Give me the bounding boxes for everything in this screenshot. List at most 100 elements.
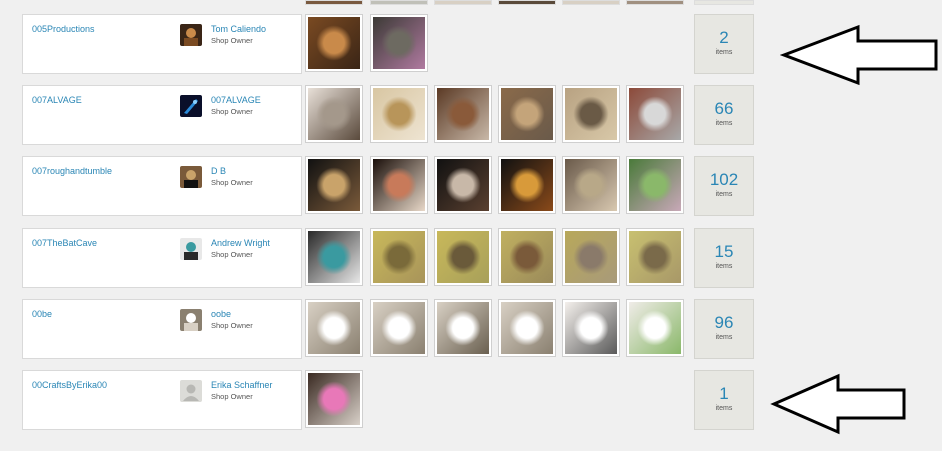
listing-thumbnail[interactable] [626, 156, 684, 214]
shop-name-link[interactable]: 00CraftsByErika00 [32, 380, 107, 390]
shop-name-link[interactable]: 007TheBatCave [32, 238, 97, 248]
avatar[interactable] [180, 24, 202, 46]
shop-row: 00be oobe Shop Owner 96 items [0, 299, 942, 361]
avatar[interactable] [180, 309, 202, 331]
listing-thumbnail[interactable] [434, 156, 492, 214]
listing-thumbnail[interactable] [562, 85, 620, 143]
listing-thumbnail[interactable] [305, 14, 363, 72]
listing-thumbnail[interactable] [562, 156, 620, 214]
listing-thumbnail[interactable] [562, 299, 620, 357]
listing-thumbnail-partial[interactable] [562, 0, 620, 5]
item-count: 15 [714, 242, 734, 261]
listing-thumbnail[interactable] [370, 14, 428, 72]
item-count-box[interactable]: 102 items [694, 156, 754, 216]
item-count-box[interactable]: 2 items [694, 14, 754, 74]
listing-image [373, 17, 425, 69]
item-count-box[interactable]: 96 items [694, 299, 754, 359]
listing-thumbnail[interactable] [626, 228, 684, 286]
listing-thumbnail[interactable] [562, 228, 620, 286]
shop-name-link[interactable]: 007ALVAGE [32, 95, 82, 105]
listing-thumbnail[interactable] [498, 85, 556, 143]
listing-thumbnail[interactable] [370, 228, 428, 286]
listing-thumbnail-partial[interactable] [370, 0, 428, 5]
shop-name-link[interactable]: 00be [32, 309, 52, 319]
listing-thumbnail-partial[interactable] [626, 0, 684, 5]
listing-thumbnail[interactable] [305, 228, 363, 286]
listing-image [308, 231, 360, 283]
listing-thumbnail[interactable] [434, 85, 492, 143]
avatar[interactable] [180, 166, 202, 188]
shop-row: 007TheBatCave Andrew Wright Shop Owner 15 it… [0, 228, 942, 290]
listing-image [565, 302, 617, 354]
owner-name-link[interactable]: oobe [211, 309, 231, 319]
user-photo-icon [180, 238, 202, 260]
listing-image [501, 231, 553, 283]
item-count: 2 [719, 28, 729, 47]
listing-thumbnail[interactable] [498, 156, 556, 214]
item-count-box[interactable]: 15 items [694, 228, 754, 288]
listing-thumbnail[interactable] [305, 370, 363, 428]
listing-thumbnail[interactable] [305, 156, 363, 214]
listing-thumbnail[interactable] [305, 299, 363, 357]
avatar[interactable] [180, 238, 202, 260]
listing-image [373, 302, 425, 354]
owner-name-link[interactable]: Tom Caliendo [211, 24, 266, 34]
shop-card: 007roughandtumble D B Shop Owner [22, 156, 302, 216]
listing-thumbnail[interactable] [434, 299, 492, 357]
owner-role-label: Shop Owner [211, 107, 253, 116]
owner-name-link[interactable]: D B [211, 166, 226, 176]
listing-thumbnail[interactable] [498, 299, 556, 357]
listing-thumbnail[interactable] [305, 85, 363, 143]
blue-logo-icon [180, 95, 202, 117]
item-count: 66 [714, 99, 734, 118]
count-box-partial[interactable] [694, 0, 754, 5]
listing-image [437, 231, 489, 283]
shop-card: 005Productions Tom Caliendo Shop Owner [22, 14, 302, 74]
listing-image [565, 88, 617, 140]
owner-name-link[interactable]: 007ALVAGE [211, 95, 261, 105]
owner-name-link[interactable]: Erika Schaffner [211, 380, 272, 390]
shop-row: 007ALVAGE 007ALVAGE Shop Owner 66 items [0, 85, 942, 147]
listing-image [373, 159, 425, 211]
shop-card: 00be oobe Shop Owner [22, 299, 302, 359]
listing-image [308, 17, 360, 69]
item-count-box[interactable]: 1 items [694, 370, 754, 430]
listing-image [308, 373, 360, 425]
item-count-box[interactable]: 66 items [694, 85, 754, 145]
items-label: items [715, 191, 733, 198]
listing-thumbnail[interactable] [626, 85, 684, 143]
left-arrow-icon [770, 373, 906, 435]
shop-row: 007roughandtumble D B Shop Owner 102 items [0, 156, 942, 218]
left-arrow-icon [780, 24, 938, 86]
listing-thumbnail[interactable] [370, 299, 428, 357]
previous-row-thumbnails [0, 0, 942, 6]
owner-role-label: Shop Owner [211, 250, 253, 259]
listing-thumbnail[interactable] [626, 299, 684, 357]
owner-role-label: Shop Owner [211, 36, 253, 45]
owner-name-link[interactable]: Andrew Wright [211, 238, 270, 248]
listing-thumbnail-partial[interactable] [305, 0, 363, 5]
owner-role-label: Shop Owner [211, 321, 253, 330]
avatar[interactable] [180, 380, 202, 402]
listing-thumbnail[interactable] [370, 85, 428, 143]
shop-card: 007TheBatCave Andrew Wright Shop Owner [22, 228, 302, 288]
shop-name-link[interactable]: 007roughandtumble [32, 166, 112, 176]
listing-thumbnail[interactable] [434, 228, 492, 286]
listing-thumbnail[interactable] [370, 156, 428, 214]
items-label: items [715, 405, 733, 412]
owner-role-label: Shop Owner [211, 392, 253, 401]
avatar[interactable] [180, 95, 202, 117]
items-label: items [715, 263, 733, 270]
listing-thumbnail-partial[interactable] [434, 0, 492, 5]
listing-image [565, 231, 617, 283]
shop-name-link[interactable]: 005Productions [32, 24, 95, 34]
items-label: items [715, 120, 733, 127]
listing-image [308, 302, 360, 354]
user-photo-icon [180, 309, 202, 331]
shop-card: 00CraftsByErika00 Erika Schaffner Shop Own… [22, 370, 302, 430]
listing-image [308, 159, 360, 211]
item-count: 1 [719, 384, 729, 403]
listing-thumbnail[interactable] [498, 228, 556, 286]
item-count: 102 [709, 170, 739, 189]
listing-thumbnail-partial[interactable] [498, 0, 556, 5]
